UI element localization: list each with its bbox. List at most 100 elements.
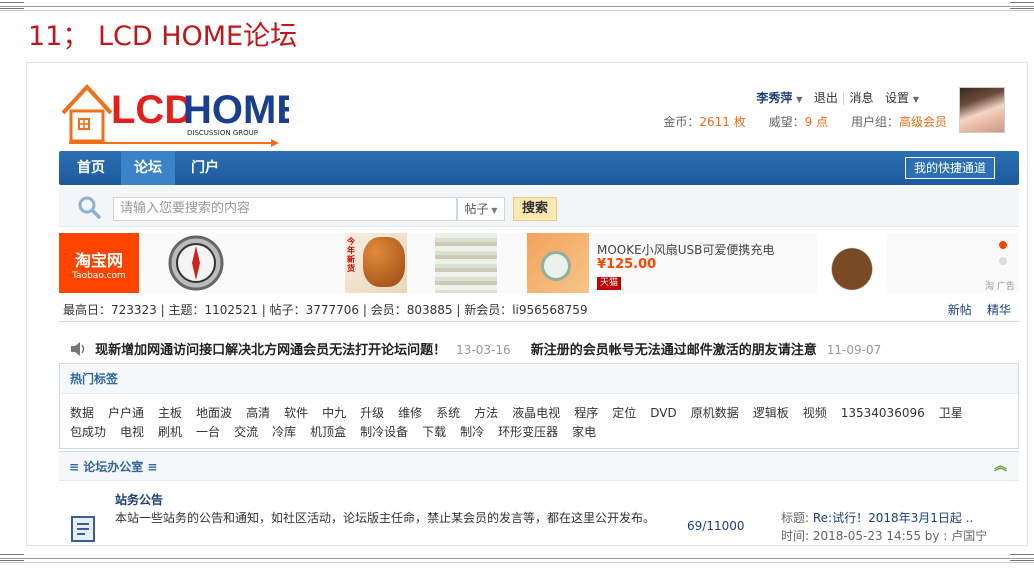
walnut-product-image[interactable]: 今年新货: [345, 233, 407, 293]
hot-tag[interactable]: 家电: [572, 423, 596, 442]
coins-label: 金币：: [663, 115, 700, 129]
hot-tag[interactable]: 中九: [322, 404, 346, 423]
nav-portal[interactable]: 门户: [179, 151, 231, 185]
section-header-office[interactable]: ≡ 论坛办公室 ≡ ︽: [59, 451, 1019, 481]
last-post-link[interactable]: Re:试行！2018年3月1日起 ..: [813, 511, 973, 525]
ad-banner[interactable]: 淘宝网 Taobao.com 今年新货 MOOKE小风扇USB可爱便携充电 ¥1…: [59, 233, 1019, 293]
slide-bottom-rule: [0, 558, 1034, 559]
announcement-date: 11-09-07: [826, 343, 882, 357]
nav-home[interactable]: 首页: [65, 151, 117, 185]
last-post: 标题: Re:试行！2018年3月1日起 .. 时间: 2018-05-23 1…: [781, 509, 987, 545]
messages-link[interactable]: 消息: [850, 91, 874, 105]
settings-link[interactable]: 设置: [885, 91, 909, 105]
hot-tag[interactable]: 程序: [574, 404, 598, 423]
new-posts-link[interactable]: 新帖: [948, 303, 972, 317]
nav-forum[interactable]: 论坛: [121, 151, 175, 185]
group-value[interactable]: 高级会员: [899, 115, 947, 129]
coins-value[interactable]: 2611 枚: [699, 115, 745, 129]
carousel-dot-active[interactable]: [999, 241, 1007, 249]
logo-sub-text: DISCUSSION GROUP: [187, 129, 258, 137]
towel-product-image[interactable]: [435, 233, 497, 293]
slide-top-rule: [0, 6, 1034, 7]
hot-tag[interactable]: 升级: [360, 404, 384, 423]
hot-tag[interactable]: 定位: [612, 404, 636, 423]
hot-tag[interactable]: 逻辑板: [753, 404, 789, 423]
slide-top-rule-2: [0, 10, 1034, 11]
user-name-link[interactable]: 李秀萍: [756, 91, 792, 105]
forum-board-count: 69/11000: [687, 519, 745, 533]
forum-links: 新帖 精华: [948, 301, 1011, 318]
hot-tag[interactable]: 户户通: [108, 404, 144, 423]
tea-set-product-image[interactable]: [817, 233, 887, 293]
hot-tag[interactable]: 电视: [120, 423, 144, 442]
carousel-dot[interactable]: [999, 257, 1007, 265]
hot-tag[interactable]: 制冷设备: [360, 423, 408, 442]
hot-tag[interactable]: 冷库: [272, 423, 296, 442]
hot-tag[interactable]: 视频: [803, 404, 827, 423]
prestige-label: 威望：: [768, 115, 805, 129]
prestige-value[interactable]: 9 点: [805, 115, 828, 129]
hot-tag[interactable]: 环形变压器: [498, 423, 558, 442]
hot-tag[interactable]: 方法: [474, 404, 498, 423]
user-bar: 李秀萍 ▼ 退出 | 消息 设置 ▼: [756, 91, 919, 105]
announcement-link[interactable]: 现新增加网通访问接口解决北方网通会员无法打开论坛问题！: [95, 343, 446, 358]
logo-home-text: HOME: [183, 88, 289, 132]
forum-screenshot: LCD HOME DISCUSSION GROUP 李秀萍 ▼ 退出 | 消息 …: [26, 62, 1028, 546]
announcements: 现新增加网通访问接口解决北方网通会员无法打开论坛问题！ 13-03-16 新注册的…: [69, 339, 897, 358]
divider: [59, 321, 1019, 322]
announcement-link[interactable]: 新注册的会员帐号无法通过邮件激活的朋友请注意: [531, 343, 817, 358]
ad-product-price: ¥125.00: [597, 257, 657, 272]
collapse-icon[interactable]: ︽: [994, 452, 1007, 482]
hot-tag[interactable]: 维修: [398, 404, 422, 423]
forum-board-title[interactable]: 站务公告: [115, 491, 163, 508]
hot-tag[interactable]: 机顶盒: [310, 423, 346, 442]
search-button[interactable]: 搜索: [513, 197, 557, 221]
forum-board-icon[interactable]: [69, 513, 99, 543]
ad-tag: 淘 广告: [985, 282, 1015, 292]
tmall-badge: 天猫: [597, 277, 621, 290]
hot-tag[interactable]: 液晶电视: [512, 404, 560, 423]
hot-tag[interactable]: 制冷: [460, 423, 484, 442]
hot-tag[interactable]: 主板: [158, 404, 182, 423]
slide-corner-mark: [1010, 554, 1034, 561]
hot-tag[interactable]: 高清: [246, 404, 270, 423]
section-title: ≡ 论坛办公室 ≡: [69, 460, 158, 474]
quick-access-button[interactable]: 我的快捷通道: [904, 157, 995, 179]
hot-tag[interactable]: 13534036096: [841, 404, 925, 423]
hot-tag[interactable]: 软件: [284, 404, 308, 423]
main-nav: 首页 论坛 门户 我的快捷通道: [59, 151, 1019, 185]
fan-product-image[interactable]: [527, 233, 589, 293]
hot-tag[interactable]: 下载: [422, 423, 446, 442]
speaker-icon: [71, 342, 85, 356]
search-icon: [78, 196, 101, 219]
hot-tag[interactable]: 一台: [196, 423, 220, 442]
hot-tag[interactable]: 刷机: [158, 423, 182, 442]
featured-link[interactable]: 精华: [987, 303, 1011, 317]
search-bar: 请输入您要搜索的内容 帖子 ▼ 搜索: [59, 187, 1019, 227]
forum-stats: 最高日：723323 | 主题：1102521 | 帖子：3777706 | 会…: [63, 303, 588, 317]
search-type-select[interactable]: 帖子 ▼: [457, 197, 505, 221]
forum-board-description: 本站一些站务的公告和通知，如社区活动，论坛版主任命，禁止某会员的发言等，都在这里…: [115, 511, 656, 525]
search-input[interactable]: 请输入您要搜索的内容: [113, 197, 457, 221]
chevron-down-icon: ▼: [796, 95, 803, 104]
site-logo[interactable]: LCD HOME DISCUSSION GROUP: [59, 77, 289, 149]
announcement-date: 13-03-16: [456, 343, 511, 357]
avatar[interactable]: [959, 87, 1005, 133]
chevron-down-icon: ▼: [912, 95, 919, 104]
logout-link[interactable]: 退出: [814, 91, 838, 105]
hot-tag[interactable]: 交流: [234, 423, 258, 442]
hot-tag[interactable]: 原机数据: [691, 404, 739, 423]
ad-product-title[interactable]: MOOKE小风扇USB可爱便携充电: [597, 241, 774, 258]
hot-tag[interactable]: 数据: [70, 404, 94, 423]
hot-tag[interactable]: 系统: [436, 404, 460, 423]
group-label: 用户组：: [850, 115, 899, 129]
hot-tag[interactable]: 包成功: [70, 423, 106, 442]
hot-tag[interactable]: 卫星: [939, 404, 963, 423]
search-type-label: 帖子: [464, 202, 489, 216]
compass-product-image[interactable]: [161, 233, 231, 293]
user-stats: 金币：2611 枚 威望：9 点 用户组：高级会员: [663, 113, 947, 130]
hot-tag[interactable]: DVD: [650, 404, 676, 423]
hot-tag[interactable]: 地面波: [196, 404, 232, 423]
taobao-logo[interactable]: 淘宝网 Taobao.com: [59, 233, 139, 293]
taobao-brand-sub: Taobao.com: [72, 271, 126, 281]
